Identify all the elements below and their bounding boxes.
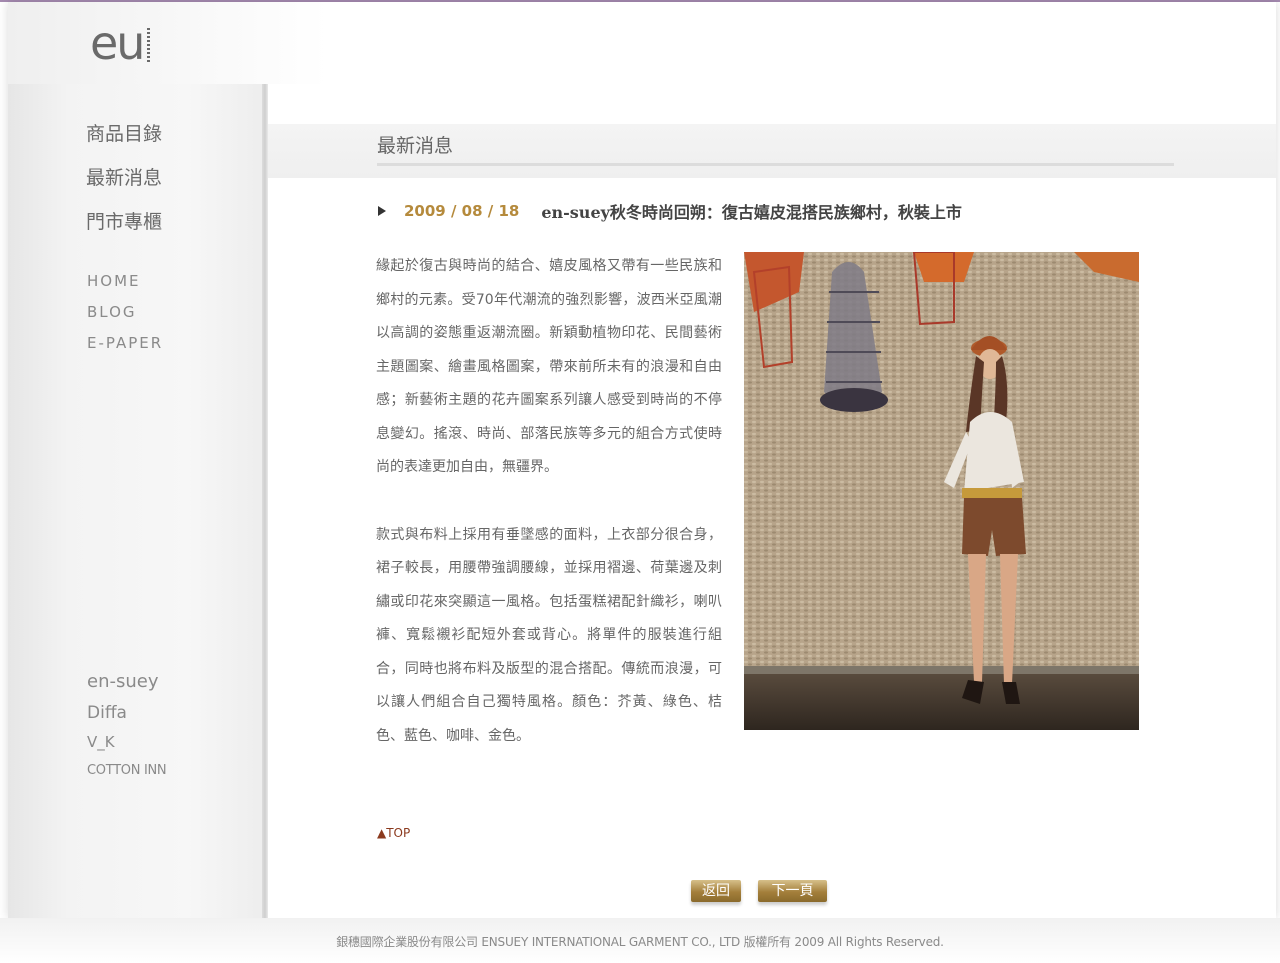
logo-text: eu xyxy=(90,16,145,70)
nav-item-news[interactable]: 最新消息 xyxy=(86,164,162,208)
header: eu xyxy=(8,2,1276,84)
nav-item-home[interactable]: HOME xyxy=(87,270,163,301)
section-title: 最新消息 xyxy=(377,135,454,157)
post-title: en-suey秋冬時尚回朔：復古嬉皮混搭民族鄉村，秋裝上市 xyxy=(541,203,962,222)
fashion-photo xyxy=(744,252,1139,730)
sidebar-divider xyxy=(262,84,268,918)
brand-link-en-suey[interactable]: en-suey xyxy=(87,670,166,702)
eu-logo[interactable]: eu xyxy=(90,20,170,70)
brand-link-vk[interactable]: V_K xyxy=(87,731,166,761)
brand-link-cotton-inn[interactable]: COTTON INN xyxy=(87,761,167,785)
nav-item-blog[interactable]: BLOG xyxy=(87,301,163,332)
article-paragraph: 款式與布料上採用有垂墜感的面料，上衣部分很合身，裙子較長，用腰帶強調腰線，並採用… xyxy=(376,526,722,744)
section-divider xyxy=(377,163,1174,166)
post-date: 2009 / 08 / 18 xyxy=(404,202,520,220)
nav-item-products[interactable]: 商品目錄 xyxy=(86,120,162,164)
model-photo-illustration xyxy=(744,252,1139,730)
nav-item-epaper[interactable]: E-PAPER xyxy=(87,332,163,363)
article-paragraph: 緣起於復古與時尚的結合、嬉皮風格又帶有一些民族和鄉村的元素。受70年代潮流的強烈… xyxy=(376,258,722,475)
back-button[interactable]: 返回 xyxy=(691,880,741,902)
post-header: 2009 / 08 / 18 en-suey秋冬時尚回朔：復古嬉皮混搭民族鄉村，… xyxy=(378,198,962,224)
back-to-top-link[interactable]: ▲TOP xyxy=(377,826,410,840)
next-page-button[interactable]: 下一頁 xyxy=(758,880,827,902)
brand-nav: en-suey Diffa V_K COTTON INN xyxy=(87,670,167,785)
main-nav: 商品目錄 最新消息 門市專櫃 xyxy=(86,120,162,252)
nav-item-stores[interactable]: 門市專櫃 xyxy=(86,208,162,252)
logo-bar-icon xyxy=(147,28,150,62)
footer-copyright: 銀穗國際企業股份有限公司 ENSUEY INTERNATIONAL GARMEN… xyxy=(336,935,944,949)
triangle-right-icon xyxy=(378,206,386,216)
sub-nav: HOME BLOG E-PAPER xyxy=(87,270,163,363)
article-body: 緣起於復古與時尚的結合、嬉皮風格又帶有一些民族和鄉村的元素。受70年代潮流的強烈… xyxy=(376,250,722,753)
brand-link-diffa[interactable]: Diffa xyxy=(87,702,166,731)
